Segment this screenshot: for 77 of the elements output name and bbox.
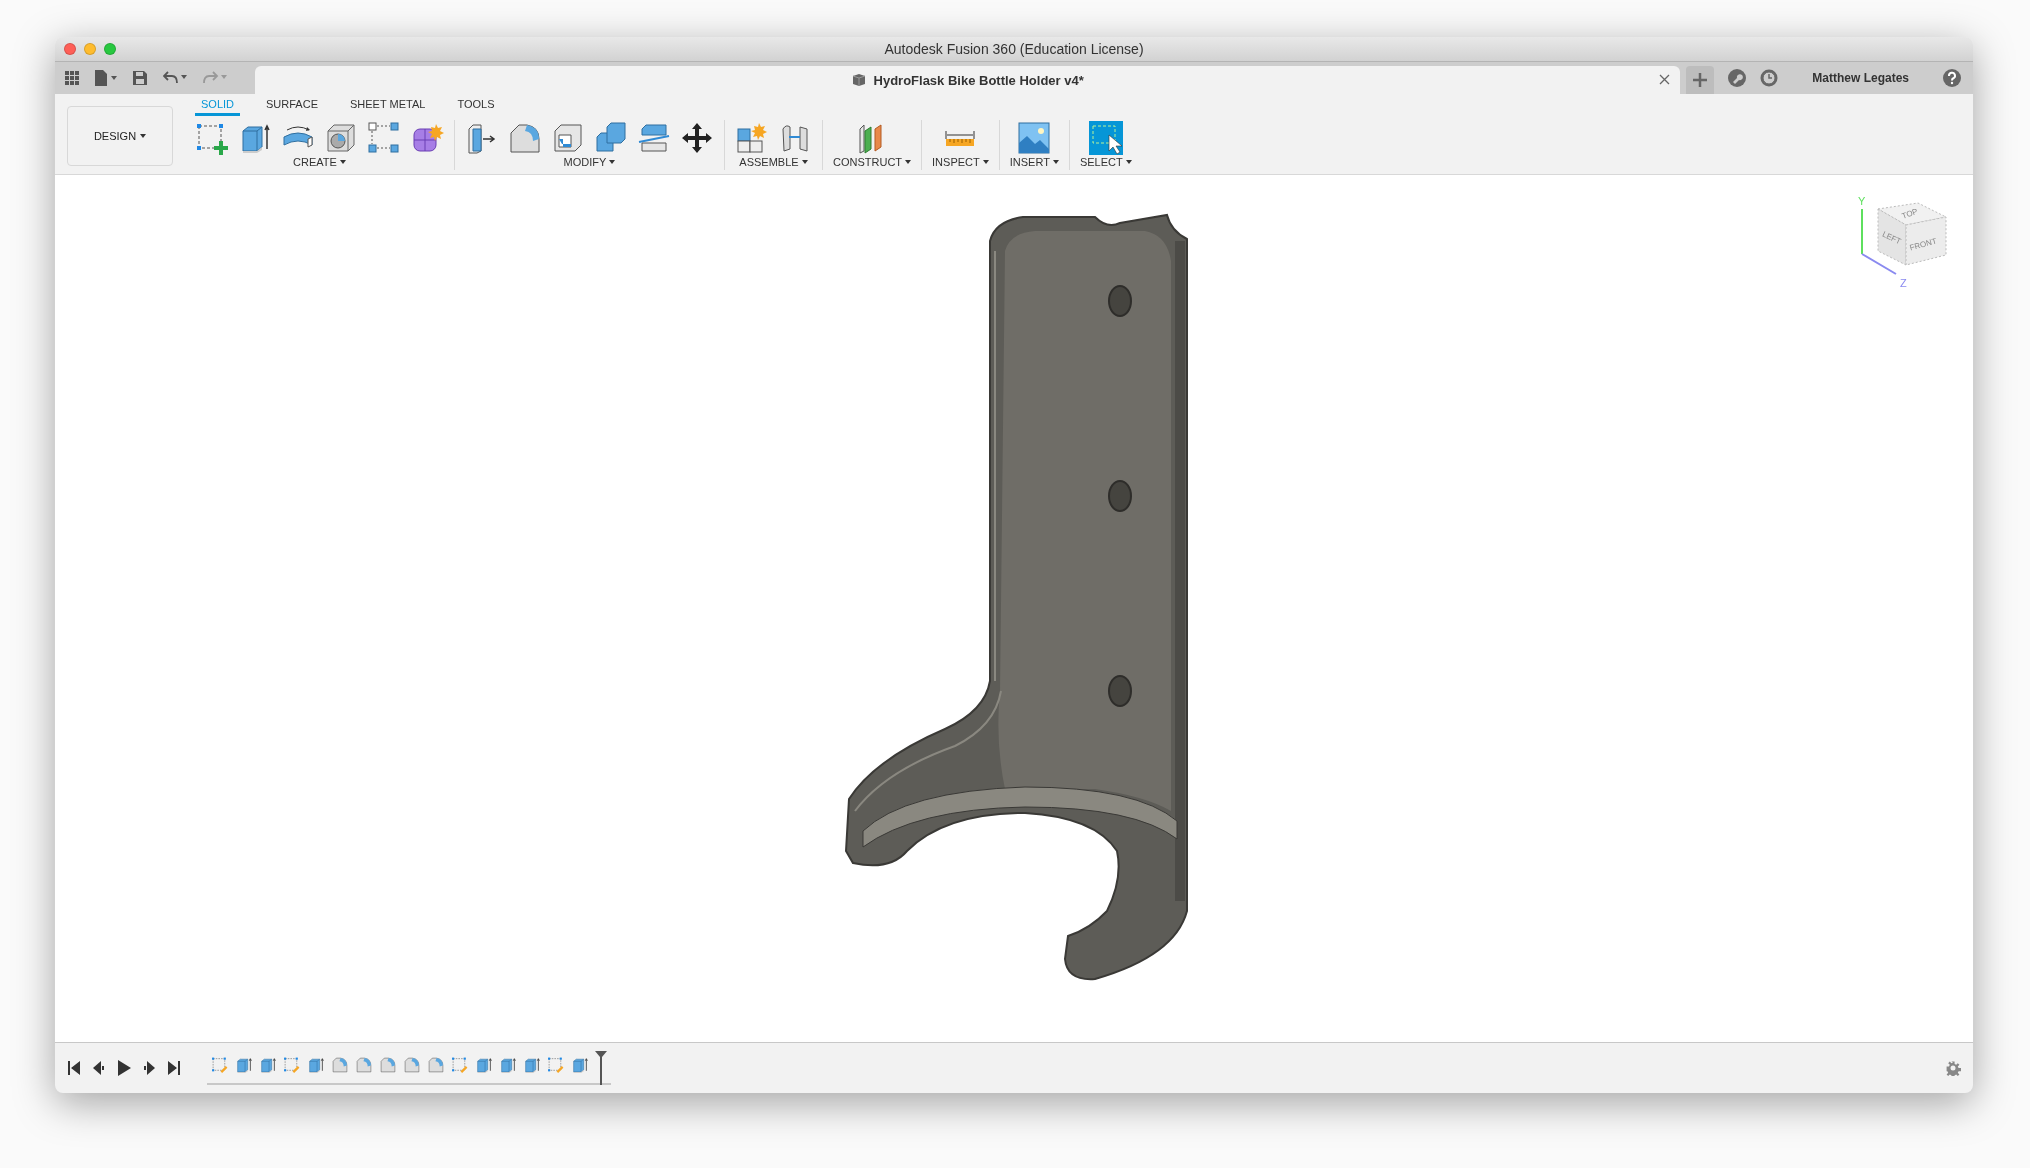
step-forward-icon[interactable] — [142, 1061, 156, 1075]
timeline-marker-icon[interactable] — [595, 1051, 607, 1085]
hole-icon[interactable] — [324, 121, 358, 155]
axis-label: Z — [1900, 277, 1907, 289]
toolbar-tab[interactable]: SHEET METAL — [344, 98, 432, 116]
skip-to-start-icon[interactable] — [67, 1061, 81, 1075]
app-grid-icon[interactable] — [65, 71, 79, 85]
fillet-icon[interactable] — [379, 1056, 397, 1074]
cube-face-label: TOP — [1900, 206, 1920, 221]
sketch-icon[interactable] — [451, 1056, 469, 1074]
new-component-icon[interactable] — [735, 121, 769, 155]
play-icon[interactable] — [117, 1060, 131, 1076]
sketch-icon[interactable] — [211, 1056, 229, 1074]
tool-group-menu[interactable]: INSERT — [1009, 156, 1059, 168]
clock-icon[interactable] — [1760, 69, 1779, 87]
window-title: Autodesk Fusion 360 (Education License) — [884, 41, 1144, 57]
document-tab[interactable]: HydroFlask Bike Bottle Holder v4* — [255, 66, 1681, 94]
document-cube-icon — [851, 73, 866, 87]
extrude-icon[interactable] — [523, 1056, 541, 1074]
help-icon[interactable] — [1943, 69, 1961, 87]
fillet-icon[interactable] — [355, 1056, 373, 1074]
sketch-icon[interactable] — [283, 1056, 301, 1074]
toolbar-tab[interactable]: TOOLS — [451, 98, 501, 116]
extrude-icon[interactable] — [235, 1056, 253, 1074]
fillet-icon[interactable] — [331, 1056, 349, 1074]
step-back-icon[interactable] — [92, 1061, 106, 1075]
z-axis-line — [1861, 253, 1897, 275]
extrude-icon[interactable] — [259, 1056, 277, 1074]
shell-icon[interactable] — [551, 121, 585, 155]
maximize-window-button[interactable] — [104, 43, 116, 55]
file-menu-icon[interactable] — [95, 70, 117, 86]
close-icon — [1659, 74, 1671, 85]
workspace-dropdown[interactable]: DESIGN — [67, 106, 173, 166]
caret-icon — [339, 160, 346, 164]
caret-icon — [982, 160, 989, 164]
extrude-icon[interactable] — [499, 1056, 517, 1074]
plus-icon — [1693, 73, 1708, 87]
tool-group-menu[interactable]: MODIFY — [563, 156, 616, 168]
combine-icon[interactable] — [594, 121, 628, 155]
move-icon[interactable] — [680, 121, 714, 155]
user-name[interactable]: Matthew Legates — [1792, 71, 1929, 85]
undo-icon[interactable] — [163, 71, 187, 85]
fillet-icon[interactable] — [403, 1056, 421, 1074]
settings-icon[interactable] — [1945, 1060, 1961, 1076]
toolbar-tab[interactable]: SURFACE — [260, 98, 324, 116]
sketch-icon[interactable] — [547, 1056, 565, 1074]
document-title: HydroFlask Bike Bottle Holder v4* — [873, 72, 1084, 88]
sketch-icon[interactable] — [195, 121, 229, 155]
extrude-icon[interactable] — [571, 1056, 589, 1074]
y-axis-line — [1861, 208, 1863, 255]
split-icon[interactable] — [637, 121, 671, 155]
tool-group-menu[interactable]: SELECT — [1079, 156, 1132, 168]
wrench-icon[interactable] — [1728, 69, 1747, 87]
close-window-button[interactable] — [64, 43, 76, 55]
axis-label: Y — [1858, 195, 1866, 207]
caret-icon — [1125, 160, 1132, 164]
caret-icon — [801, 160, 808, 164]
tool-group-menu[interactable]: ASSEMBLE — [739, 156, 808, 168]
new-tab-button[interactable] — [1686, 66, 1715, 94]
insert-image-icon[interactable] — [1017, 121, 1052, 155]
tool-group-menu[interactable]: CONSTRUCT — [833, 156, 912, 168]
caret-icon — [609, 160, 616, 164]
fillet-icon[interactable] — [427, 1056, 445, 1074]
caret-icon — [905, 160, 912, 164]
caret-icon — [1052, 160, 1059, 164]
caret-icon — [140, 134, 147, 138]
tool-group-menu[interactable]: INSPECT — [932, 156, 989, 168]
tool-group-menu[interactable]: CREATE — [293, 156, 346, 168]
select-icon[interactable] — [1088, 121, 1123, 155]
cube-face-label: LEFT — [1880, 229, 1903, 247]
cube-face-label: FRONT — [1908, 236, 1938, 253]
extrude-icon[interactable] — [307, 1056, 325, 1074]
extrude-icon[interactable] — [475, 1056, 493, 1074]
save-icon[interactable] — [133, 71, 147, 85]
pattern-icon[interactable] — [367, 121, 401, 155]
skip-to-end-icon[interactable] — [167, 1061, 181, 1075]
fillet-icon[interactable] — [508, 121, 542, 155]
